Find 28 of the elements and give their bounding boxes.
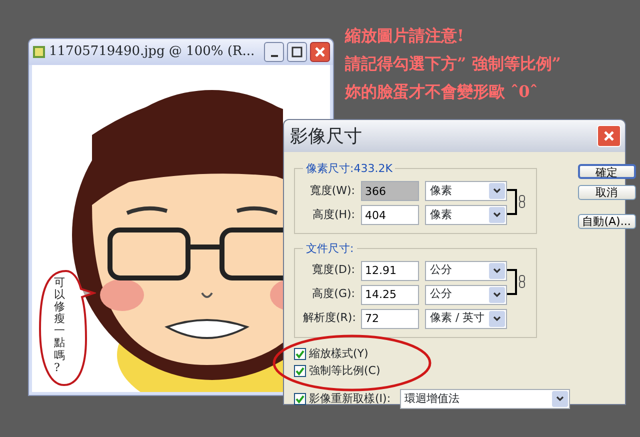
dropdown[interactable]: 像素 / 英寸	[425, 308, 507, 328]
dropdown[interactable]: 公分	[425, 260, 507, 280]
dropdown[interactable]: 環迴增值法	[400, 388, 570, 409]
field-label: 高度(H):	[311, 206, 355, 223]
checkbox-label: 影像重新取樣(I):	[309, 390, 391, 406]
input-field[interactable]: 12.91	[361, 260, 419, 280]
annotation-text: 請記得勾選下方” 強制等比例”	[345, 53, 561, 75]
dialog-button[interactable]: 自動(A)...	[578, 214, 636, 229]
checkbox-label: 強制等比例(C)	[309, 363, 380, 379]
dropdown[interactable]: 像素	[425, 181, 507, 201]
field-label: 寬度(D):	[311, 262, 355, 278]
window-title: 11705719490.jpg @ 100% (R...	[49, 43, 256, 62]
dropdown[interactable]: 公分	[425, 284, 507, 304]
input-field[interactable]: 72	[361, 308, 419, 328]
input-field[interactable]: 14.25	[361, 284, 419, 304]
checkbox-label: 縮放樣式(Y)	[309, 346, 368, 362]
field-label: 高度(G):	[311, 286, 355, 302]
input-field[interactable]: 404	[361, 205, 419, 225]
dialog-button[interactable]: 確定	[578, 164, 636, 179]
speech-bubble-text: 可以修瘦一點嗎?	[54, 277, 65, 374]
input-field[interactable]: 366	[361, 181, 419, 201]
annotation-text: 縮放圖片請注意!	[345, 25, 466, 47]
field-label: 寬度(W):	[308, 182, 355, 199]
dialog-title: 影像尺寸	[290, 124, 362, 148]
dropdown[interactable]: 像素	[425, 205, 507, 225]
annotation-text: 妳的臉蛋才不會變形歐 ˆ0ˆ	[345, 81, 539, 103]
field-label: 解析度(R):	[303, 310, 355, 326]
dialog-button[interactable]: 取消	[578, 185, 636, 200]
